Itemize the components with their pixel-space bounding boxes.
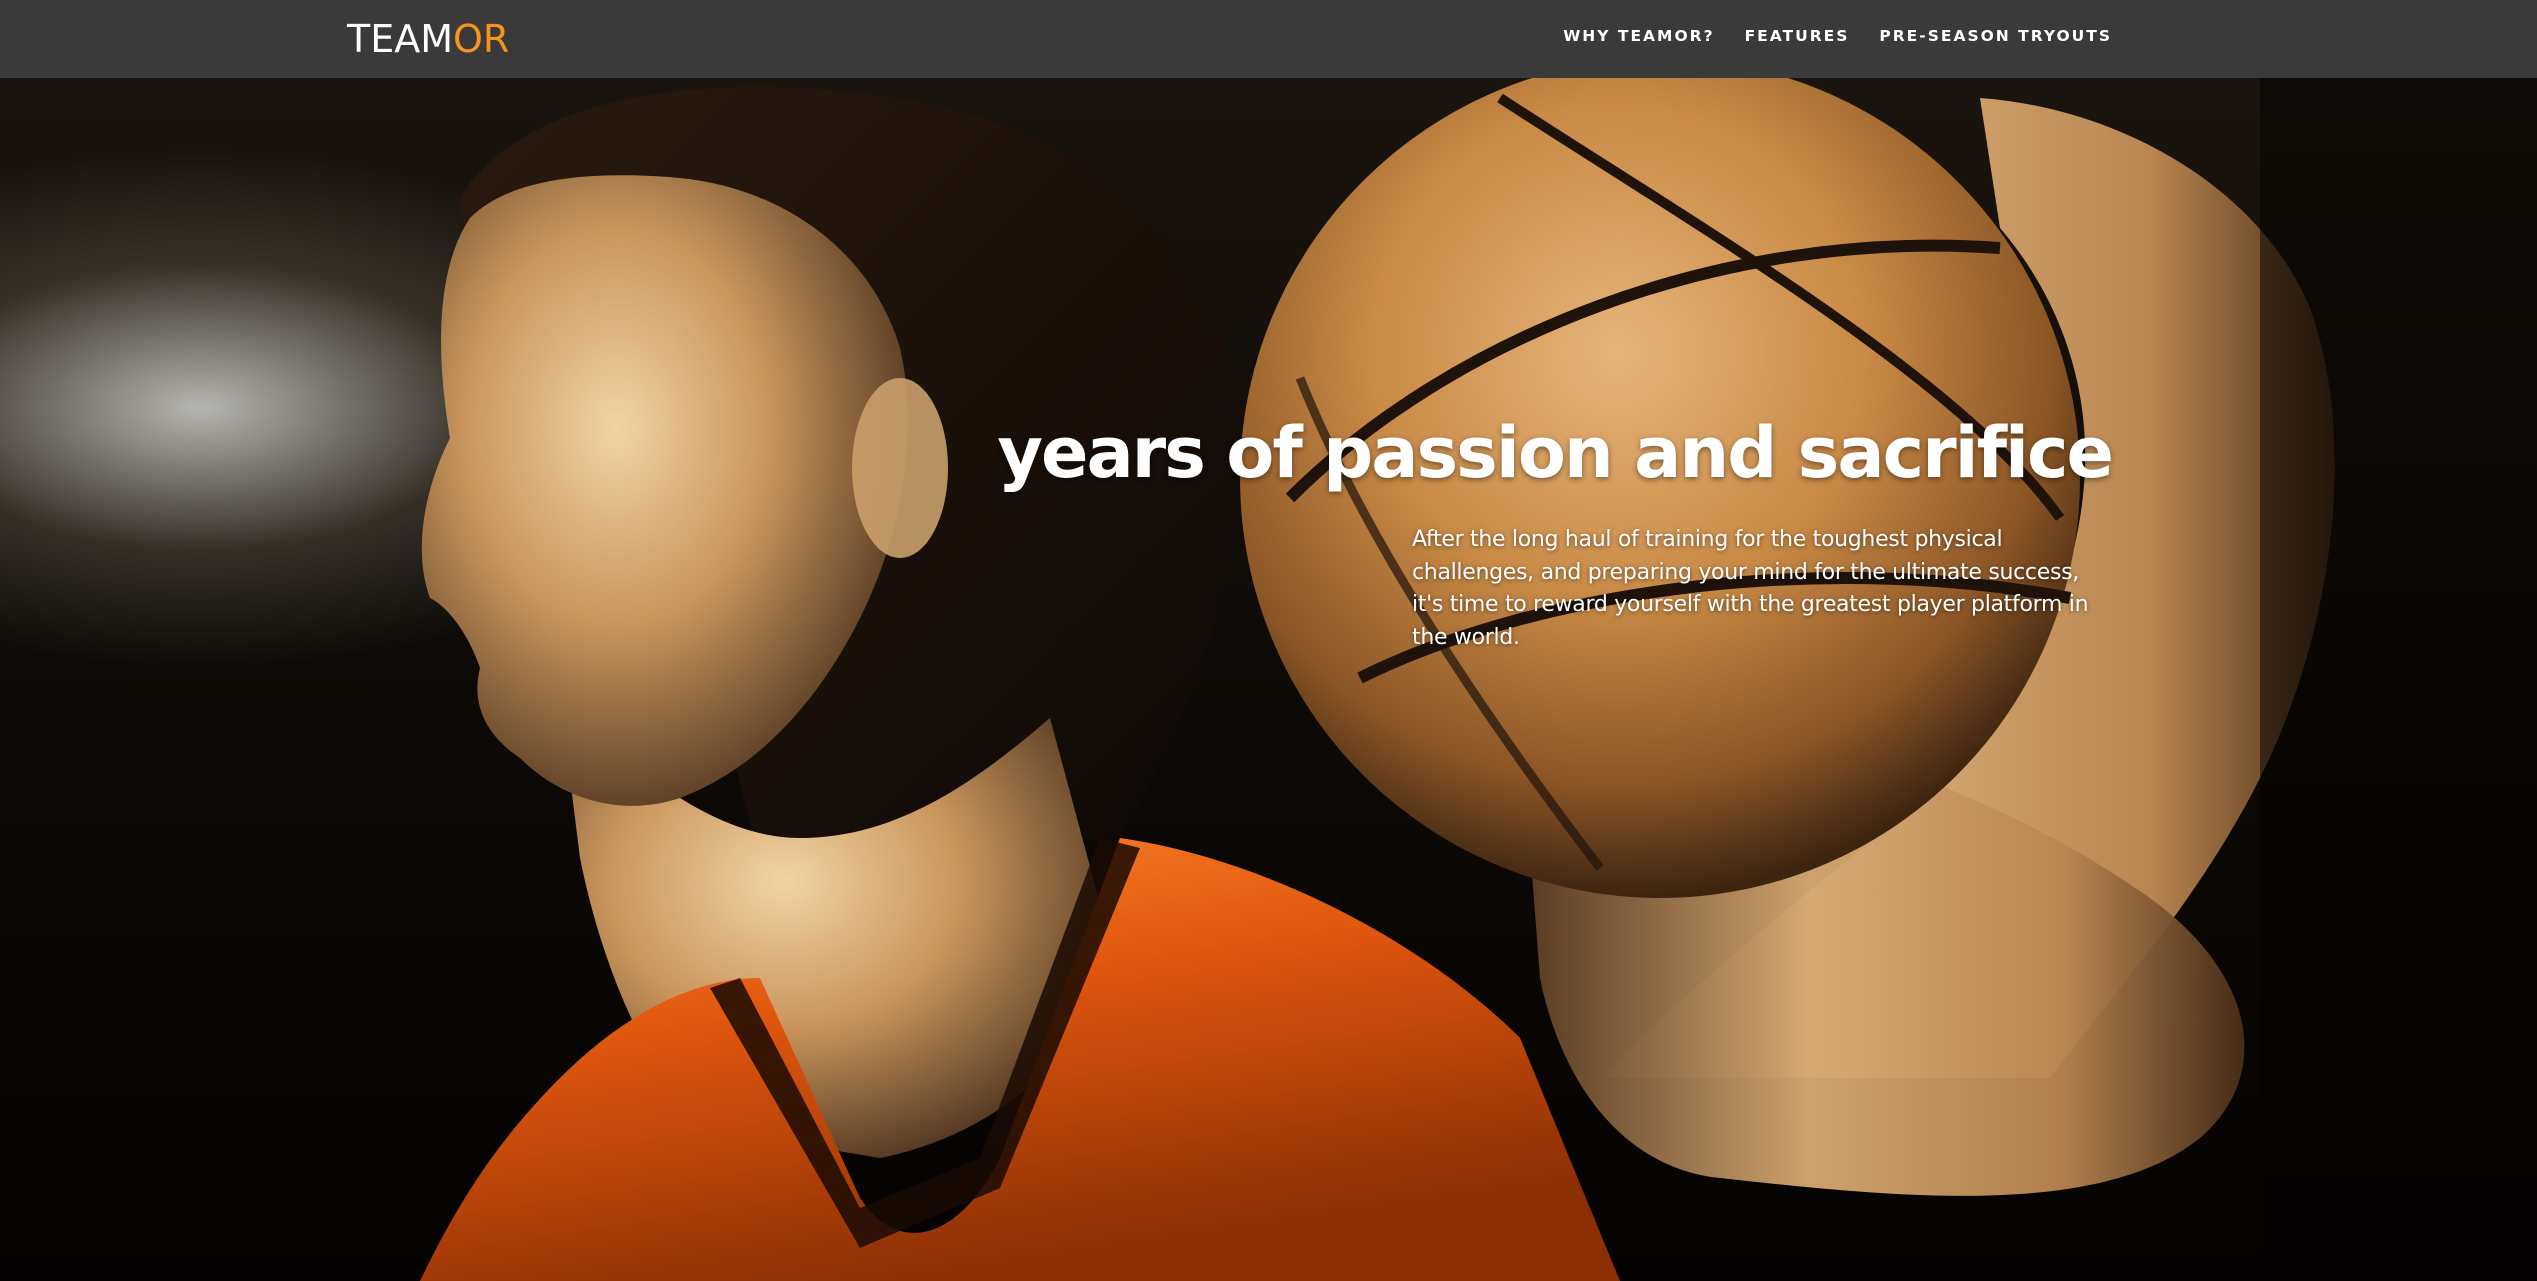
logo-text-team: TEAM xyxy=(347,17,454,61)
landing-page: TEAMOR WHY TEAMOR? FEATURES PRE-SEASON T… xyxy=(0,0,2537,1281)
top-navbar: TEAMOR WHY TEAMOR? FEATURES PRE-SEASON T… xyxy=(0,0,2537,78)
hero-subtext: After the long haul of training for the … xyxy=(1412,527,2089,650)
hero-background-image xyxy=(420,78,2537,1281)
logo-text-or: OR xyxy=(453,17,510,61)
hero-section: years of passion and sacrifice After the… xyxy=(0,78,2537,1281)
main-nav: WHY TEAMOR? FEATURES PRE-SEASON TRYOUTS xyxy=(1563,0,2112,72)
nav-link-pre-season-tryouts[interactable]: PRE-SEASON TRYOUTS xyxy=(1879,27,2112,45)
nav-link-why-teamor[interactable]: WHY TEAMOR? xyxy=(1563,27,1714,45)
teamor-logo[interactable]: TEAMOR xyxy=(347,14,509,64)
hero-text-block: years of passion and sacrifice After the… xyxy=(912,408,2114,654)
nav-link-features[interactable]: FEATURES xyxy=(1745,27,1850,45)
hero-headline: years of passion and sacrifice xyxy=(997,412,2114,494)
